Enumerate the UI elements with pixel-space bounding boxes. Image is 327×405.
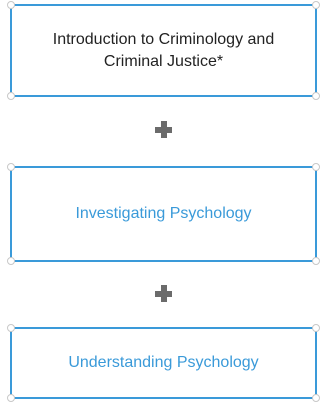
plus-icon xyxy=(155,121,172,138)
corner-dot xyxy=(7,163,15,171)
corner-dot xyxy=(312,394,320,402)
module-link[interactable]: Understanding Psychology xyxy=(68,352,258,374)
corner-dot xyxy=(312,324,320,332)
module-card-criminology: Introduction to Criminology and Criminal… xyxy=(7,1,320,100)
module-card-understanding-psychology[interactable]: Understanding Psychology xyxy=(7,324,320,402)
module-card-investigating-psychology[interactable]: Investigating Psychology xyxy=(7,163,320,265)
corner-dot xyxy=(312,1,320,9)
corner-dot xyxy=(312,92,320,100)
corner-dot xyxy=(7,1,15,9)
plus-icon xyxy=(155,285,172,302)
corner-dot xyxy=(7,92,15,100)
module-link[interactable]: Investigating Psychology xyxy=(75,203,251,225)
corner-dot xyxy=(312,163,320,171)
corner-dot xyxy=(7,394,15,402)
module-label: Introduction to Criminology and Criminal… xyxy=(52,30,275,70)
corner-dot xyxy=(312,257,320,265)
corner-dot xyxy=(7,324,15,332)
corner-dot xyxy=(7,257,15,265)
